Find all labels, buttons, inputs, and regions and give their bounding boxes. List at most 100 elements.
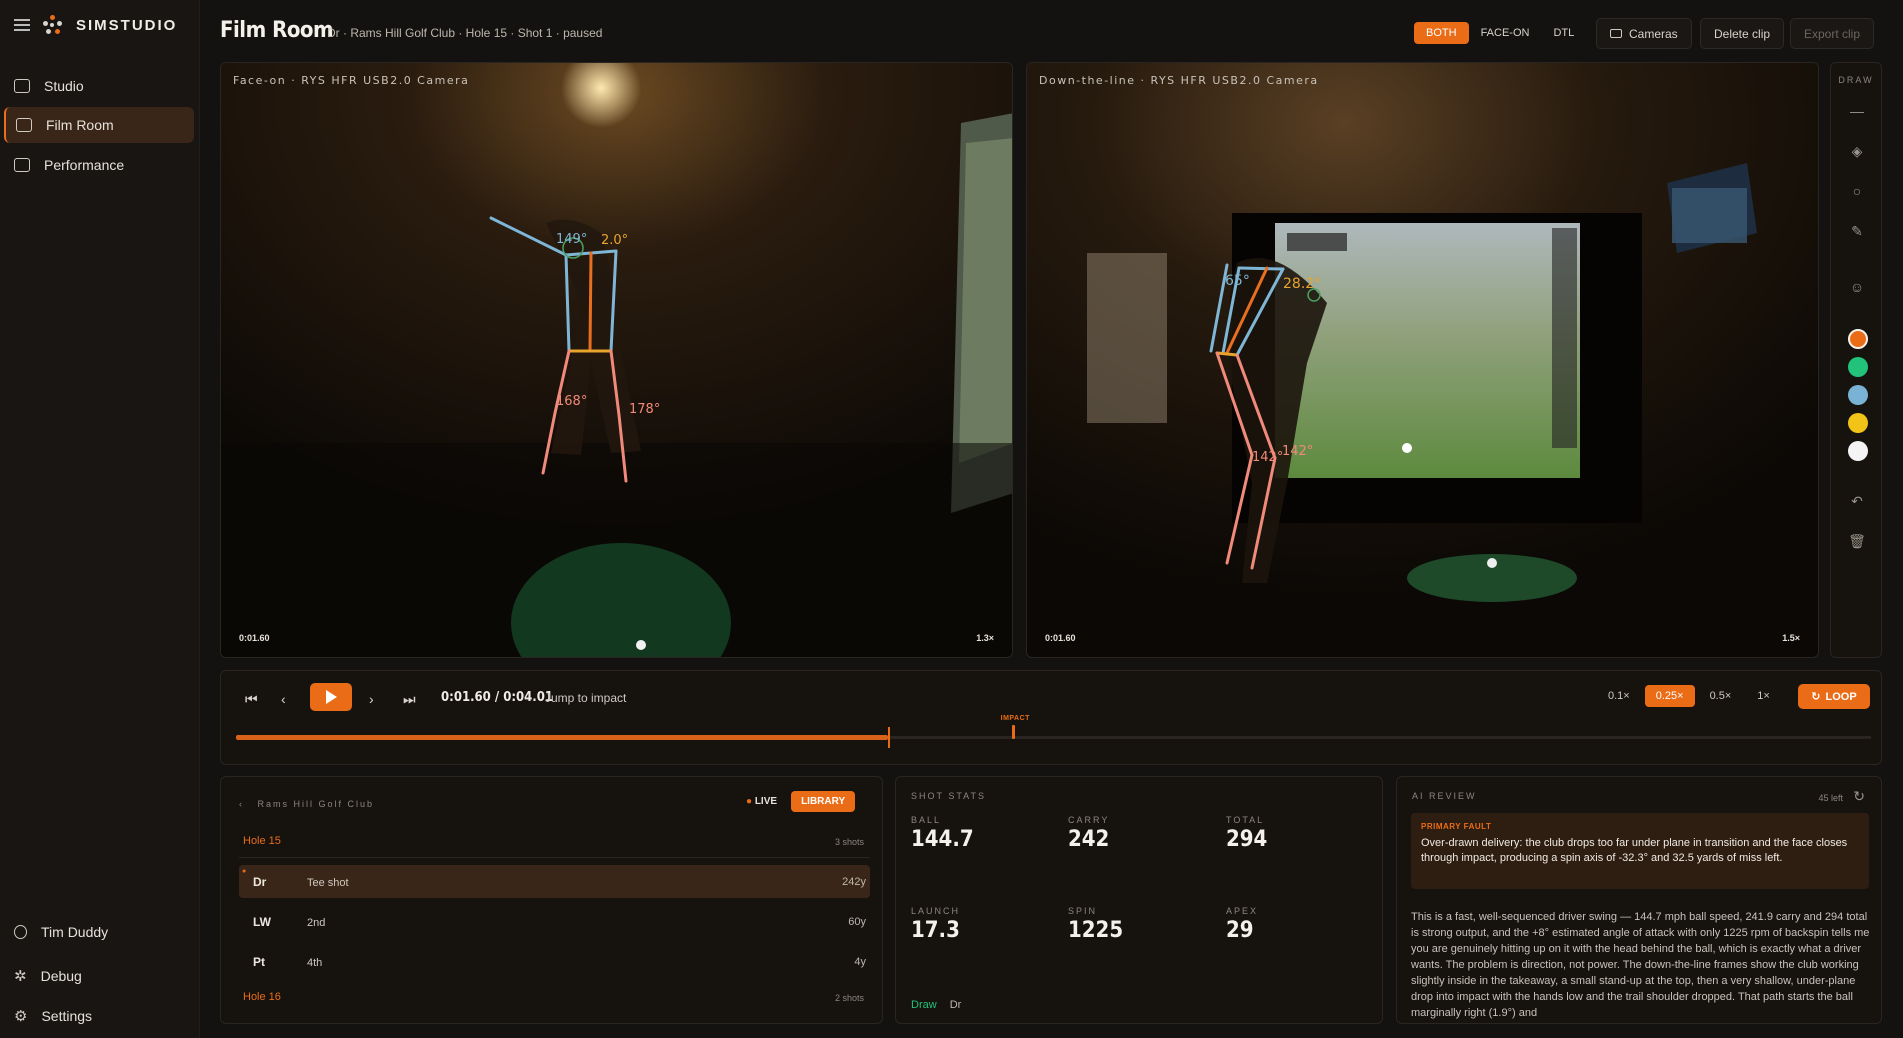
loop-label: LOOP — [1825, 690, 1857, 703]
live-label: LIVE — [754, 796, 778, 807]
color-swatch[interactable] — [1848, 329, 1868, 349]
stat-label: TOTAL — [1226, 815, 1265, 825]
course-back-button[interactable]: ‹ Rams Hill Golf Club — [239, 799, 374, 809]
export-clip-button[interactable]: Export clip — [1790, 18, 1875, 49]
speed-option[interactable]: 1× — [1746, 685, 1781, 707]
export-label: Export clip — [1804, 26, 1861, 41]
stat-ball: BALL 144.7 — [911, 815, 974, 852]
person-tool-icon[interactable]: ☺ — [1847, 277, 1867, 297]
skip-start-icon[interactable]: ⏮ — [245, 691, 258, 708]
shot-desc: Tee shot — [307, 877, 349, 889]
line-tool-icon[interactable]: — — [1847, 101, 1867, 121]
review-body: This is a fast, well-sequenced driver sw… — [1411, 911, 1870, 1019]
shot-club: Dr — [253, 875, 267, 889]
menu-icon[interactable] — [14, 19, 30, 31]
dtl-video[interactable]: 65° 28.2° 142° 142° Down-the-line · RYS … — [1026, 62, 1819, 658]
color-swatch[interactable] — [1848, 385, 1868, 405]
stat-label: CARRY — [1068, 815, 1110, 825]
refresh-icon[interactable]: ↻ — [1853, 788, 1865, 805]
stat-value: 29 — [1226, 918, 1254, 943]
delete-clip-button[interactable]: Delete clip — [1700, 18, 1785, 49]
stat-value: 1225 — [1068, 918, 1124, 943]
play-square-icon — [16, 118, 32, 132]
view-face-on-button[interactable]: FACE-ON — [1469, 22, 1542, 44]
shot-row[interactable]: ● Dr Tee shot 242y — [239, 865, 870, 898]
card-title: SHOT STATS — [911, 791, 987, 801]
stat-value: 144.7 — [911, 827, 974, 852]
stat-value: 17.3 — [911, 918, 960, 943]
shot-row[interactable]: Pt 4th 4y — [239, 945, 870, 978]
shot-shape: Draw — [911, 999, 937, 1011]
hole-header: Hole 16 — [243, 991, 281, 1003]
shot-club: LW — [253, 915, 271, 929]
brand: SIMSTUDIO — [14, 14, 177, 36]
timecode: 0:01.60 — [239, 633, 270, 643]
fault-label: PRIMARY FAULT — [1421, 822, 1492, 831]
step-forward-icon[interactable]: › — [369, 691, 374, 707]
scrub-handle[interactable] — [888, 727, 891, 748]
sidebar-item-user[interactable]: Tim Duddy — [4, 914, 194, 950]
logo-icon — [42, 14, 64, 36]
angle-label: 142° — [1282, 444, 1313, 459]
cameras-button[interactable]: Cameras — [1596, 18, 1692, 49]
stat-label: APEX — [1226, 906, 1259, 916]
timecode: 0:01.60 — [1045, 633, 1076, 643]
breadcrumb: Dr · Rams Hill Golf Club · Hole 15 · Sho… — [327, 26, 603, 40]
angle-label: 2.0° — [601, 233, 628, 248]
layers-tool-icon[interactable]: ◈ — [1847, 141, 1867, 161]
stat-label: SPIN — [1068, 906, 1098, 916]
play-button[interactable] — [310, 683, 352, 711]
speed-selector: 0.1× 0.25× 0.5× 1× — [1597, 685, 1781, 707]
circle-tool-icon[interactable]: ○ — [1847, 181, 1867, 201]
face-on-video[interactable]: 149° 2.0° 168° 178° Face-on · RYS HFR US… — [220, 62, 1013, 658]
play-icon — [325, 690, 337, 704]
shot-shape-row: Draw Dr — [911, 999, 961, 1011]
angle-label: 168° — [556, 394, 587, 409]
library-button[interactable]: LIBRARY — [791, 791, 856, 812]
live-button[interactable]: ● LIVE — [736, 791, 787, 812]
bug-icon: ✲ — [14, 968, 27, 985]
color-swatch[interactable] — [1848, 357, 1868, 377]
primary-fault: PRIMARY FAULT Over-drawn delivery: the c… — [1411, 813, 1869, 889]
chart-icon — [14, 158, 30, 172]
loop-button[interactable]: ↻ LOOP — [1798, 684, 1870, 709]
sidebar-item-film-room[interactable]: Film Room — [4, 107, 194, 143]
shot-yards: 4y — [854, 956, 866, 968]
shot-desc: 2nd — [307, 917, 326, 929]
shot-club: Dr — [949, 999, 962, 1011]
impact-marker[interactable] — [1011, 725, 1015, 739]
view-both-button[interactable]: BOTH — [1414, 22, 1469, 44]
sidebar-item-debug[interactable]: ✲ Debug — [4, 958, 194, 994]
draw-toolbar: DRAW — ◈ ○ ✎ ☺ ↶ 🗑 — [1830, 62, 1882, 658]
sidebar-item-studio[interactable]: Studio — [4, 68, 194, 104]
skip-end-icon[interactable]: ⏭ — [403, 691, 416, 708]
trash-icon[interactable]: 🗑 — [1847, 531, 1867, 551]
angle-label: 28.2° — [1283, 276, 1321, 292]
time-display: 0:01.60 / 0:04.01 — [441, 690, 554, 705]
jump-to-impact-button[interactable]: Jump to impact — [545, 691, 626, 705]
sidebar-item-settings[interactable]: ⚙ Settings — [4, 998, 194, 1034]
stat-total: TOTAL 294 — [1226, 815, 1267, 852]
sidebar-item-performance[interactable]: Performance — [4, 147, 194, 183]
color-swatch[interactable] — [1848, 413, 1868, 433]
shot-list-card: ‹ Rams Hill Golf Club ● LIVE LIBRARY Hol… — [220, 776, 883, 1024]
undo-icon[interactable]: ↶ — [1847, 491, 1867, 511]
brand-name: SIMSTUDIO — [76, 16, 178, 34]
sidebar-item-label: Settings — [41, 1008, 93, 1024]
sidebar-item-label: Performance — [44, 157, 125, 173]
speed-option[interactable]: 0.1× — [1597, 685, 1641, 707]
pencil-tool-icon[interactable]: ✎ — [1847, 221, 1867, 241]
view-dtl-button[interactable]: DTL — [1541, 22, 1586, 44]
playback-controls: ⏮ ‹ › ⏭ 0:01.60 / 0:04.01 Jump to impact… — [220, 670, 1882, 765]
speed-option[interactable]: 0.5× — [1699, 685, 1743, 707]
step-back-icon[interactable]: ‹ — [281, 691, 286, 707]
speed-option[interactable]: 0.25× — [1644, 685, 1695, 707]
color-swatch[interactable] — [1848, 441, 1868, 461]
shot-row[interactable]: LW 2nd 60y — [239, 905, 870, 938]
shot-count: 3 shots — [834, 837, 864, 847]
fault-text: Over-drawn delivery: the club drops too … — [1421, 837, 1848, 864]
ai-review-card: AI REVIEW 45 left ↻ PRIMARY FAULT Over-d… — [1396, 776, 1882, 1024]
card-title: AI REVIEW — [1412, 791, 1477, 801]
stat-spin: SPIN 1225 — [1068, 906, 1123, 943]
draw-label: DRAW — [1838, 75, 1874, 85]
